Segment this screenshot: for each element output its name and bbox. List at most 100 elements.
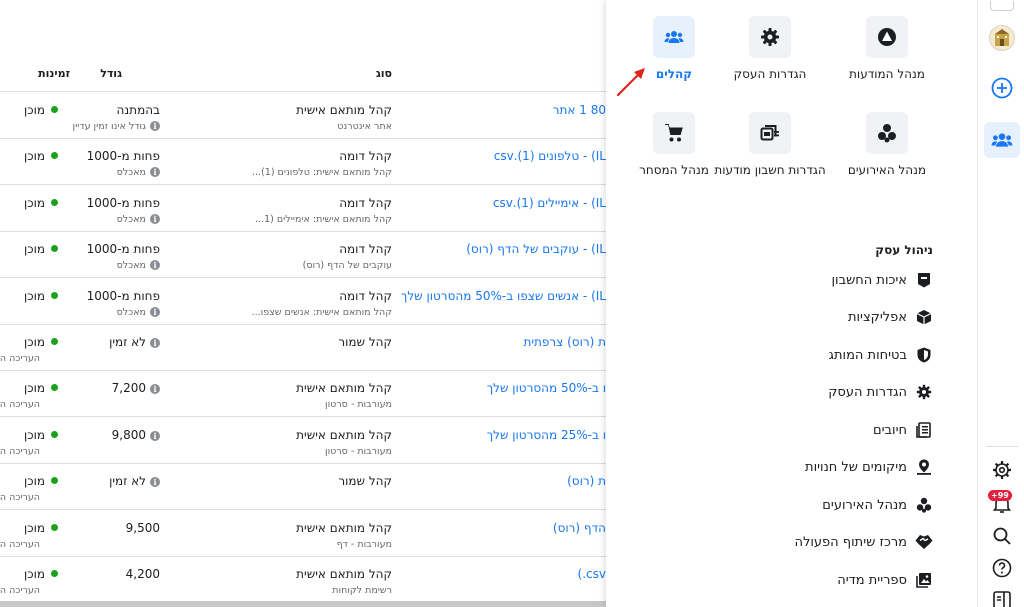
menu-item-partner-center[interactable]: מרכז שיתוף הפעולה [795, 531, 934, 553]
audience-size-detail-text: מאכלס [116, 306, 146, 318]
menu-item-business-settings[interactable]: הגדרות העסק [828, 381, 933, 403]
audience-type: קהל מותאם אישית [296, 427, 392, 442]
info-icon[interactable]: i [150, 213, 160, 224]
column-header-availability[interactable]: זמינות [38, 67, 70, 80]
audience-type: קהל דומה [339, 149, 392, 164]
menu-item-store-locations[interactable]: מיקומים של חנויות [805, 456, 933, 478]
audience-name-link[interactable]: ת (רוס) [567, 474, 606, 488]
info-icon[interactable]: i [150, 306, 160, 317]
audience-name-link[interactable]: IL) - טלפונים (1).csv [494, 149, 606, 163]
audience-size-detail-text: מאכלס [116, 167, 146, 179]
shield-icon [915, 346, 933, 364]
table-row[interactable]: IL) - אנשים שצפו ב-50% מהסרטון שלך קהל דו… [0, 279, 606, 325]
table-row[interactable]: ת (רוס) קהל שמור i לא זמין מוכן העריכה האחר [0, 464, 606, 511]
status-ready-dot [51, 477, 58, 485]
table-row[interactable]: ת (רוס) צרפתית קהל שמור i לא זמין מוכן העריכה… [0, 325, 606, 371]
table-row[interactable]: IL) - אימיילים (1).csv קהל דומה קהל מותאם … [0, 186, 606, 232]
audience-size-value: 7,200 [111, 381, 146, 396]
audience-name-link[interactable]: ו ב-50% מהסרטון שלך [487, 381, 606, 395]
audience-type-detail: קהל מותאם אישית: טלפונים (1)... [252, 167, 392, 179]
audience-name-link[interactable]: הדף (רוס) [553, 521, 606, 535]
audience-type-detail: קהל מותאם אישית: אנשים שצפו... [251, 306, 392, 318]
audience-type: קהל שמור [338, 335, 392, 349]
table-row[interactable]: IL) - טלפונים (1).csv קהל דומה קהל מותאם א… [0, 139, 606, 186]
rail-audiences-button[interactable] [984, 122, 1020, 158]
audience-size-value: 9,800 [111, 427, 146, 442]
status-ready-dot [51, 338, 58, 345]
info-icon[interactable]: i [150, 430, 160, 441]
menu-item-events-manager[interactable]: מנהל האירועים [822, 494, 933, 516]
menu-item-billing[interactable]: חיובים [873, 419, 933, 441]
rail-help-button[interactable] [984, 550, 1020, 586]
availability-text: מוכן [23, 381, 45, 396]
gear-icon [749, 16, 791, 58]
availability-text: מוכן [23, 149, 45, 164]
audience-name-link[interactable]: IL) - עוקבים של הדף (רוס) [466, 242, 606, 256]
availability-status: מוכן [24, 196, 58, 210]
audience-type-detail: עוקבים של הדף (רוס) [302, 260, 392, 272]
audience-name-link[interactable]: IL) - אנשים שצפו ב-50% מהסרטון שלך [401, 289, 606, 303]
audience-type: קהל מותאם אישית [296, 381, 392, 396]
menu-item-media-library[interactable]: ספריית מדיה [837, 569, 933, 591]
table-row[interactable]: IL) - עוקבים של הדף (רוס) קהל דומה עוקבים … [0, 232, 606, 279]
rail-sidebar-toggle-button[interactable] [984, 582, 1020, 607]
audience-name-link[interactable]: IL) - אימיילים (1).csv [493, 196, 606, 210]
menu-item-account-quality[interactable]: איכות החשבון [832, 269, 934, 291]
audience-size-value: פחות מ-1000 [86, 242, 160, 257]
audience-name-link[interactable]: csv.) [578, 567, 606, 581]
table-row[interactable]: ו ב-50% מהסרטון שלך קהל מותאם אישית מעורבו… [0, 371, 606, 418]
audience-name-link[interactable]: 80 1 אתר [553, 103, 606, 117]
audience-type: קהל דומה [339, 288, 392, 303]
audience-size-value: פחות מ-1000 [86, 149, 160, 164]
rail-settings-button[interactable] [984, 452, 1020, 488]
audience-name-link[interactable]: ו ב-25% מהסרטון שלך [487, 428, 606, 442]
availability-text: מוכן [23, 195, 45, 210]
gear-icon [993, 461, 1011, 479]
audience-size-value: לא זמין [109, 474, 146, 489]
audience-type: קהל מותאם אישית [296, 567, 392, 581]
menu-item-apps[interactable]: אפליקציות [848, 306, 933, 328]
audience-type-detail: אתר אינטרנט [337, 121, 392, 132]
audience-size: i לא זמין [109, 335, 160, 349]
menu-item-label: אפליקציות [847, 309, 907, 325]
info-icon[interactable]: i [150, 121, 160, 131]
horizontal-scrollbar[interactable] [0, 601, 606, 607]
audience-size: פחות מ-1000 [87, 289, 160, 303]
business-avatar[interactable] [984, 20, 1020, 56]
ad-account-settings-icon [749, 112, 791, 154]
audience-type-detail: קהל מותאם אישית: אימיילים (1... [255, 213, 392, 225]
tile-ads-manager[interactable]: מנהל המודעות [827, 16, 947, 83]
table-row[interactable]: הדף (רוס) קהל מותאם אישית מעורבות - דף 9,50… [0, 511, 606, 557]
rail-divider [986, 446, 1018, 447]
info-icon[interactable]: i [150, 384, 160, 395]
menu-item-brand-safety[interactable]: בטיחות המותג [829, 344, 933, 366]
tile-events-manager[interactable]: מנהל האירועים [827, 112, 947, 179]
table-row[interactable]: csv.) קהל מותאם אישית רשימת לקוחות 4,200 מוכ… [0, 557, 606, 603]
billing-icon [915, 421, 933, 439]
info-icon[interactable]: i [150, 260, 160, 271]
table-row[interactable]: 80 1 אתר קהל מותאם אישית אתר אינטרנט בהמתנה… [0, 93, 606, 139]
audience-size-detail: i מאכלס [116, 306, 160, 318]
availability-status: מוכן [24, 149, 58, 163]
table-row[interactable]: ו ב-25% מהסרטון שלך קהל מותאם אישית מעורבו… [0, 418, 606, 464]
audience-size: בהמתנה [117, 103, 160, 117]
info-icon[interactable]: i [150, 338, 160, 348]
availability-detail: העריכה האחר [0, 445, 40, 457]
info-icon[interactable]: i [150, 167, 160, 178]
rail-search-button[interactable] [984, 518, 1020, 554]
tile-commerce-manager[interactable]: מנהל המסחר [614, 112, 734, 179]
tile-label: מנהל המודעות [849, 67, 925, 81]
column-header-size[interactable]: גודל [100, 67, 122, 80]
audiences-icon [991, 133, 1013, 147]
audience-name-link[interactable]: ת (רוס) צרפתית [523, 335, 606, 349]
tile-label: מנהל האירועים [847, 163, 927, 177]
tile-audiences[interactable]: קהלים [614, 16, 734, 83]
table-header: סוג גודל זמינות [0, 58, 606, 92]
audience-type: קהל דומה [339, 242, 392, 257]
audience-size: 9,500 [126, 521, 160, 535]
column-header-type[interactable]: סוג [376, 67, 392, 80]
info-icon[interactable]: i [150, 477, 160, 488]
status-ready-dot [51, 523, 58, 531]
audience-size-detail: i מאכלס [117, 213, 160, 225]
create-button[interactable] [984, 70, 1020, 106]
